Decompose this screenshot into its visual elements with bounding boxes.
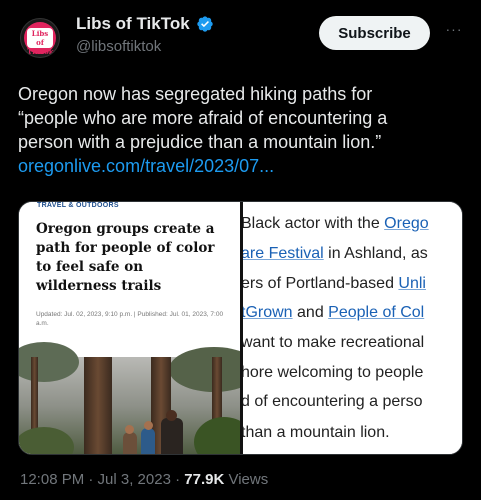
avatar-logo: Libs of TikTok bbox=[27, 28, 54, 56]
article-headline: Oregon groups create a path for people o… bbox=[36, 220, 236, 296]
tweet-text-line: person with a prejudice than a mountain … bbox=[18, 132, 382, 152]
article-kicker: TRAVEL & OUTDOORS bbox=[37, 202, 119, 209]
excerpt-line: than a mountain lion. bbox=[243, 424, 390, 441]
headline-line: Oregon groups create a bbox=[36, 221, 215, 237]
article-screenshot: TRAVEL & OUTDOORS Oregon groups create a… bbox=[19, 202, 259, 454]
headline-line: path for people of color bbox=[36, 240, 215, 256]
excerpt-line: tGrown and People of Col bbox=[243, 304, 425, 321]
article-dateline: Updated: Jul. 02, 2023, 9:10 p.m. | Publ… bbox=[36, 311, 224, 327]
hiker bbox=[161, 418, 183, 454]
tweet-media[interactable]: TRAVEL & OUTDOORS Oregon groups create a… bbox=[18, 201, 463, 455]
excerpt-line: Black actor with the Orego bbox=[243, 215, 429, 232]
excerpt-line: are Festival in Ashland, as bbox=[243, 245, 428, 262]
headline-line: wilderness trails bbox=[36, 278, 162, 294]
avatar[interactable]: Libs of TikTok bbox=[20, 18, 60, 58]
author-name-row: Libs of TikTok bbox=[76, 14, 214, 34]
tweet-timestamp[interactable]: 12:08 PM · Jul 3, 2023 · bbox=[20, 471, 184, 488]
more-options-icon[interactable]: ··· bbox=[443, 20, 465, 42]
subscribe-button[interactable]: Subscribe bbox=[319, 16, 430, 50]
views-count: 77.9K bbox=[184, 471, 225, 488]
author-handle[interactable]: @libsoftiktok bbox=[76, 38, 161, 55]
excerpt-line: hore welcoming to people bbox=[243, 364, 424, 381]
tweet-text: Oregon now has segregated hiking paths f… bbox=[18, 82, 468, 178]
excerpt-line: ers of Portland-based Unli bbox=[243, 275, 426, 292]
article-photo bbox=[19, 342, 259, 454]
tweet-link[interactable]: oregonlive.com/travel/2023/07... bbox=[18, 154, 468, 178]
tweet-text-line: Oregon now has segregated hiking paths f… bbox=[18, 84, 373, 104]
tree-trunk bbox=[84, 357, 112, 454]
excerpt-line: want to make recreational bbox=[243, 334, 425, 351]
tweet-meta: 12:08 PM · Jul 3, 2023 · 77.9K Views bbox=[20, 471, 268, 488]
excerpt-line: d of encountering a perso bbox=[243, 393, 423, 410]
avatar-text-1: Libs of bbox=[31, 29, 49, 47]
verified-badge-icon bbox=[196, 16, 213, 32]
tweet-header: Libs of TikTok Libs of TikTok @libsoftik… bbox=[0, 0, 481, 80]
headline-line: to feel safe on bbox=[36, 259, 144, 275]
hiker bbox=[141, 428, 155, 454]
views-label: Views bbox=[224, 471, 269, 488]
hiker bbox=[123, 432, 137, 454]
tweet-text-line: “people who are more afraid of encounter… bbox=[18, 108, 388, 128]
avatar-text-2: TikTok bbox=[27, 47, 54, 56]
article-excerpt: Black actor with the Orego are Festival … bbox=[243, 202, 462, 454]
author-name[interactable]: Libs of TikTok bbox=[76, 14, 190, 34]
